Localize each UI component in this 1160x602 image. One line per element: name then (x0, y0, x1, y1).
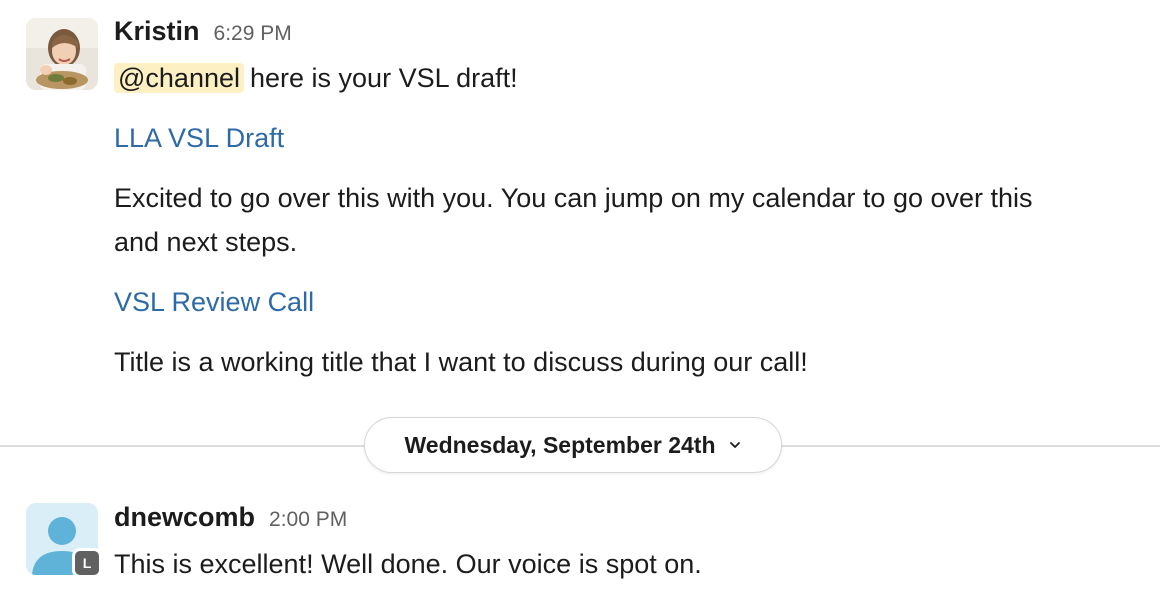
chevron-down-icon (729, 442, 740, 448)
timestamp[interactable]: 2:00 PM (269, 508, 347, 532)
channel-mention[interactable]: @channel (114, 63, 244, 93)
message-text: Excited to go over this with you. You ca… (114, 183, 1033, 213)
message-paragraph: Excited to go over this with you. You ca… (114, 176, 1130, 264)
message-text: here is your VSL draft! (250, 63, 518, 93)
date-divider-button[interactable]: Wednesday, September 24th (364, 417, 782, 473)
link-lla-vsl-draft[interactable]: LLA VSL Draft (114, 123, 284, 153)
status-badge: L (72, 548, 102, 578)
author-name[interactable]: dnewcomb (114, 502, 255, 533)
date-divider-label: Wednesday, September 24th (404, 431, 716, 458)
avatar[interactable] (26, 18, 98, 90)
message-text: and next steps. (114, 227, 298, 257)
timestamp[interactable]: 6:29 PM (214, 22, 292, 46)
author-name[interactable]: Kristin (114, 16, 200, 47)
avatar-photo (26, 18, 98, 90)
message-text: Title is a working title that I want to … (114, 347, 808, 377)
message-text: This is excellent! Well done. Our voice … (114, 549, 702, 579)
link-vsl-review-call[interactable]: VSL Review Call (114, 287, 314, 317)
